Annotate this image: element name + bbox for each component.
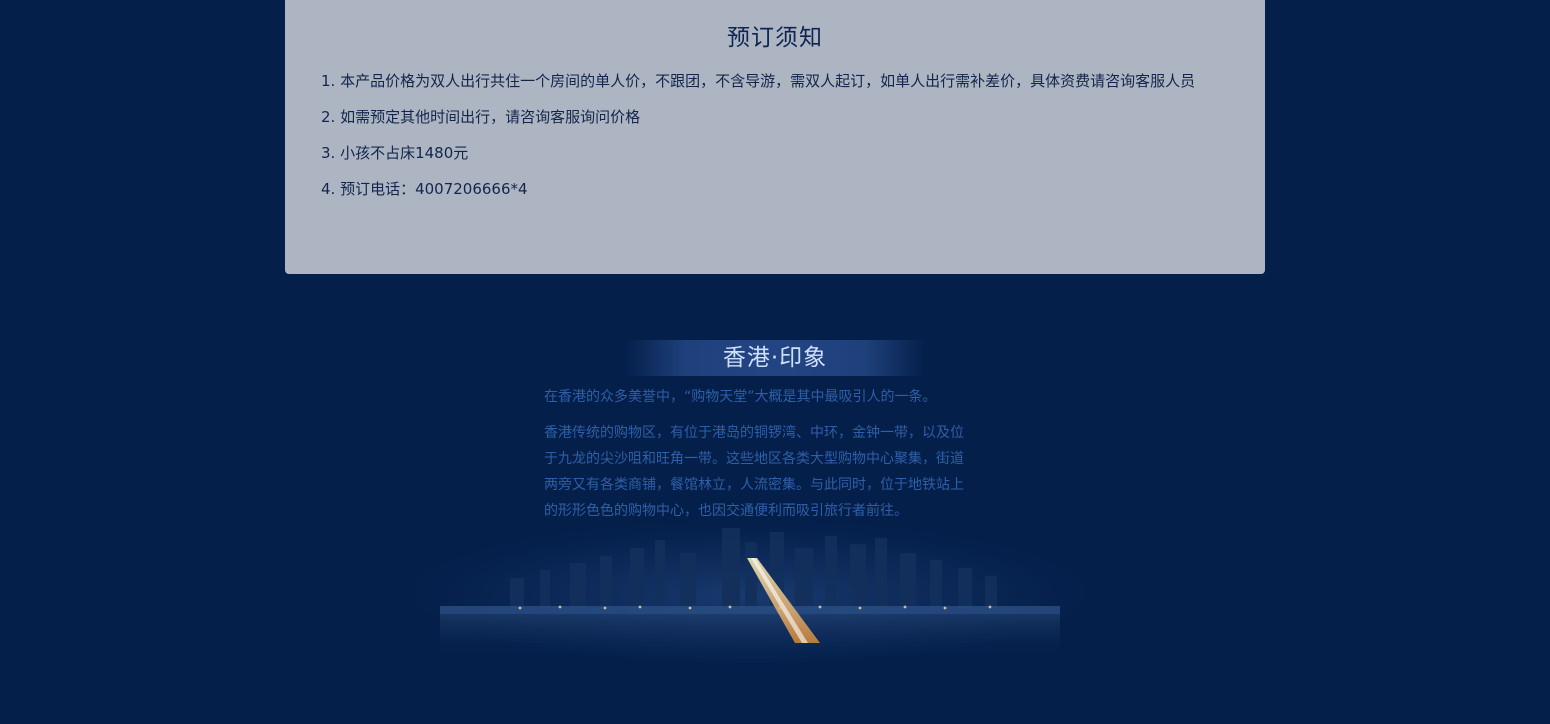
hongkong-impression-section: 香港·印象 在香港的众多美誉中，“购物天堂”大概是其中最吸引人的一条。 香港传统… — [0, 340, 1550, 724]
impression-title: 香港·印象 — [722, 345, 828, 371]
booking-notice-card: 预订须知 1. 本产品价格为双人出行共住一个房间的单人价，不跟团，不含导游，需双… — [285, 0, 1265, 274]
notice-item-3: 3. 小孩不占床1480元 — [321, 144, 469, 162]
city-skyline-image — [410, 518, 1090, 663]
page: 预订须知 1. 本产品价格为双人出行共住一个房间的单人价，不跟团，不含导游，需双… — [0, 0, 1550, 724]
impression-paragraph-line: 两旁又有各类商铺，餐馆林立，人流密集。与此同时，位于地铁站上 — [544, 477, 964, 493]
impression-paragraph-line: 香港传统的购物区，有位于港岛的铜锣湾、中环，金钟一带，以及位 — [544, 425, 964, 441]
notice-title: 预订须知 — [727, 25, 823, 51]
notice-item-1: 1. 本产品价格为双人出行共住一个房间的单人价，不跟团，不含导游，需双人起订，如… — [321, 72, 1196, 90]
notice-item-4: 4. 预订电话：4007206666*4 — [321, 180, 528, 198]
notice-item-2: 2. 如需预定其他时间出行，请咨询客服询问价格 — [321, 108, 641, 126]
impression-paragraph-line: 于九龙的尖沙咀和旺角一带。这些地区各类大型购物中心聚集，街道 — [544, 451, 964, 467]
notice-list: 1. 本产品价格为双人出行共住一个房间的单人价，不跟团，不含导游，需双人起订，如… — [321, 69, 1195, 213]
impression-paragraph: 香港传统的购物区，有位于港岛的铜锣湾、中环，金钟一带，以及位 于九龙的尖沙咀和旺… — [544, 420, 1014, 524]
impression-intro-line: 在香港的众多美誉中，“购物天堂”大概是其中最吸引人的一条。 — [544, 389, 937, 405]
